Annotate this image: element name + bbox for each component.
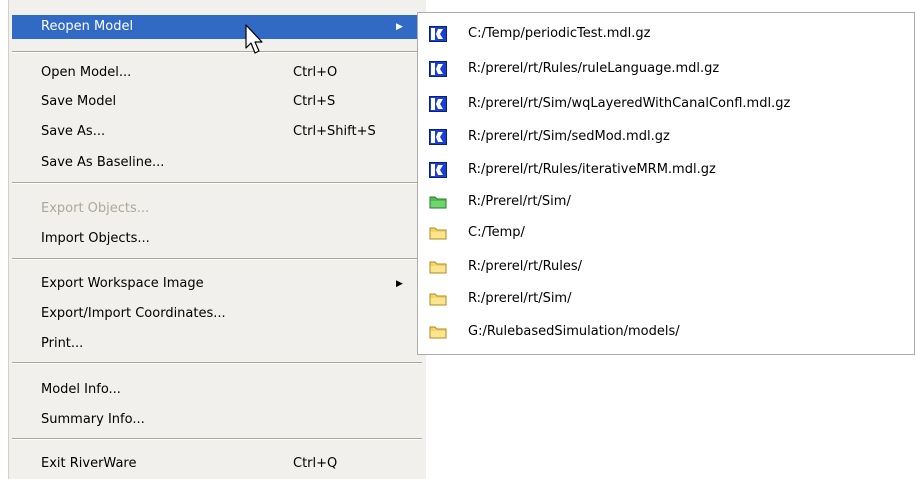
menu-item-export-objects: Export Objects... xyxy=(12,197,422,221)
submenu-arrow-icon: ▶ xyxy=(396,279,403,289)
menu-item-export-import-coordinates[interactable]: Export/Import Coordinates... xyxy=(12,302,422,326)
menu-item-label: Reopen Model xyxy=(41,19,134,34)
folder-icon xyxy=(429,261,447,274)
submenu-item-label: R:/prerel/rt/Rules/ xyxy=(468,259,583,274)
menu-item-label: Save As... xyxy=(41,124,106,139)
submenu-item-label: G:/RulebasedSimulation/models/ xyxy=(468,324,680,339)
menu-item-shortcut: Ctrl+S xyxy=(293,94,336,109)
submenu-item-label: R:/prerel/rt/Sim/wqLayeredWithCanalConfl… xyxy=(468,96,791,111)
model-file-icon xyxy=(429,162,447,178)
folder-icon xyxy=(429,227,447,240)
menu-separator xyxy=(12,362,422,364)
menu-item-label: Save As Baseline... xyxy=(41,155,165,170)
menu-item-print[interactable]: Print... xyxy=(12,332,422,356)
menu-item-label: Save Model xyxy=(41,94,117,109)
menu-item-label: Open Model... xyxy=(41,65,132,80)
menu-item-summary-info[interactable]: Summary Info... xyxy=(12,408,422,432)
menu-item-shortcut: Ctrl+Shift+S xyxy=(293,124,376,139)
menu-item-exit-riverware[interactable]: Exit RiverWare Ctrl+Q xyxy=(12,452,422,476)
submenu-item-recent-model[interactable]: R:/prerel/rt/Rules/ruleLanguage.mdl.gz xyxy=(426,53,912,84)
submenu-item-recent-folder[interactable]: R:/Prerel/rt/Sim/ xyxy=(426,186,912,217)
submenu-item-label: C:/Temp/periodicTest.mdl.gz xyxy=(468,26,651,41)
model-file-icon xyxy=(429,61,447,77)
submenu-item-recent-folder[interactable]: G:/RulebasedSimulation/models/ xyxy=(426,316,912,347)
menu-item-reopen-model[interactable]: Reopen Model ▶ xyxy=(12,15,422,39)
menu-item-label: Print... xyxy=(41,336,84,351)
menu-item-save-model[interactable]: Save Model Ctrl+S xyxy=(12,90,422,114)
menu-item-shortcut: Ctrl+Q xyxy=(293,456,338,471)
folder-icon xyxy=(429,326,447,339)
submenu-item-label: R:/prerel/rt/Sim/sedMod.mdl.gz xyxy=(468,129,670,144)
menu-separator xyxy=(12,182,422,184)
file-menu: Reopen Model ▶ Open Model... Ctrl+O Save… xyxy=(8,0,426,479)
submenu-arrow-icon: ▶ xyxy=(396,22,403,32)
menu-separator xyxy=(12,258,422,260)
menu-item-model-info[interactable]: Model Info... xyxy=(12,378,422,402)
menu-item-label: Export Workspace Image xyxy=(41,276,204,291)
reopen-model-submenu: C:/Temp/periodicTest.mdl.gz R:/prerel/rt… xyxy=(417,12,915,355)
menu-item-label: Exit RiverWare xyxy=(41,456,137,471)
menu-separator xyxy=(12,51,422,53)
submenu-item-recent-model[interactable]: C:/Temp/periodicTest.mdl.gz xyxy=(426,18,912,49)
submenu-item-recent-folder[interactable]: R:/prerel/rt/Sim/ xyxy=(426,283,912,314)
submenu-item-label: R:/Prerel/rt/Sim/ xyxy=(468,194,571,209)
green-folder-icon xyxy=(429,196,447,209)
submenu-item-label: R:/prerel/rt/Rules/ruleLanguage.mdl.gz xyxy=(468,61,720,76)
menu-item-shortcut: Ctrl+O xyxy=(293,65,338,80)
menu-item-save-as-baseline[interactable]: Save As Baseline... xyxy=(12,151,422,175)
submenu-item-recent-model[interactable]: R:/prerel/rt/Sim/sedMod.mdl.gz xyxy=(426,121,912,152)
mouse-pointer-icon xyxy=(245,24,263,54)
submenu-item-recent-folder[interactable]: R:/prerel/rt/Rules/ xyxy=(426,251,912,282)
menu-item-export-workspace-image[interactable]: Export Workspace Image ▶ xyxy=(12,272,422,296)
submenu-item-label: C:/Temp/ xyxy=(468,225,525,240)
submenu-item-label: R:/prerel/rt/Sim/ xyxy=(468,291,572,306)
menu-item-label: Export/Import Coordinates... xyxy=(41,306,226,321)
submenu-item-recent-folder[interactable]: C:/Temp/ xyxy=(426,217,912,248)
folder-icon xyxy=(429,293,447,306)
menu-item-import-objects[interactable]: Import Objects... xyxy=(12,227,422,251)
menu-item-label: Summary Info... xyxy=(41,412,145,427)
menu-item-save-as[interactable]: Save As... Ctrl+Shift+S xyxy=(12,120,422,144)
menu-item-label: Model Info... xyxy=(41,382,121,397)
submenu-item-recent-model[interactable]: R:/prerel/rt/Sim/wqLayeredWithCanalConfl… xyxy=(426,88,912,119)
menu-item-open-model[interactable]: Open Model... Ctrl+O xyxy=(12,61,422,85)
menu-item-label: Export Objects... xyxy=(41,201,150,216)
submenu-item-recent-model[interactable]: R:/prerel/rt/Rules/iterativeMRM.mdl.gz xyxy=(426,154,912,185)
model-file-icon xyxy=(429,129,447,145)
menu-separator xyxy=(12,438,422,440)
submenu-item-label: R:/prerel/rt/Rules/iterativeMRM.mdl.gz xyxy=(468,162,716,177)
model-file-icon xyxy=(429,96,447,112)
menu-item-label: Import Objects... xyxy=(41,231,150,246)
model-file-icon xyxy=(429,26,447,42)
